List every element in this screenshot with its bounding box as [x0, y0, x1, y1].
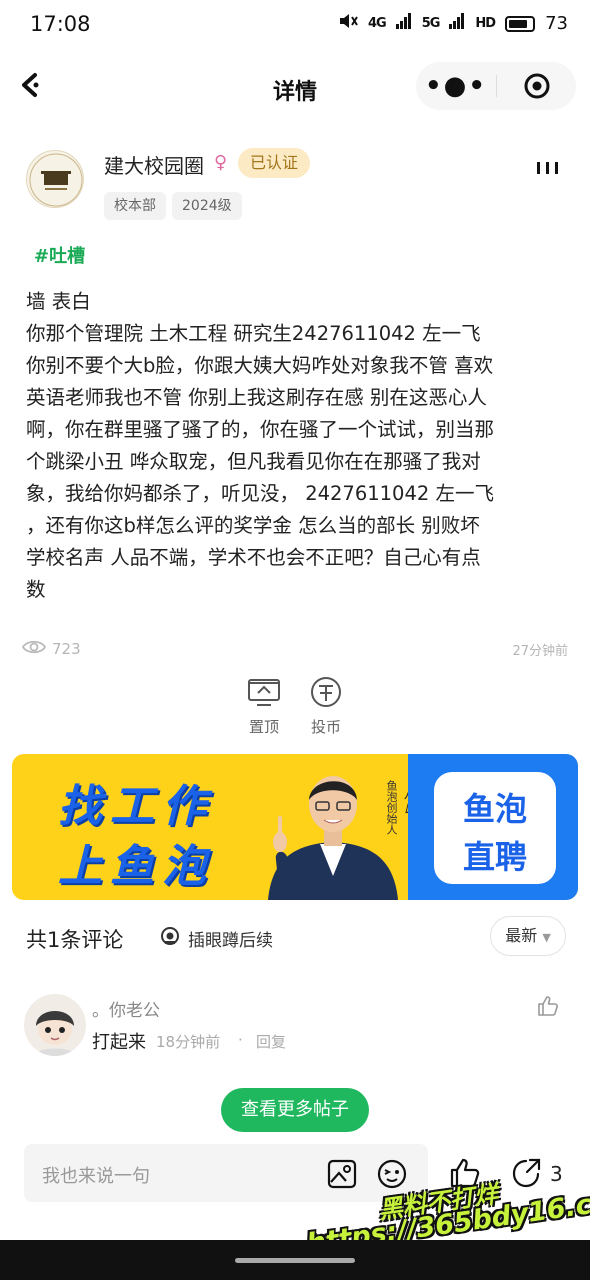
network-5g-label: 5G [421, 16, 441, 31]
network-4g-label: 4G [367, 16, 387, 31]
view-count-value: 723 [52, 640, 81, 658]
more-posts-button[interactable]: 查看更多帖子 [221, 1088, 369, 1132]
comment-like-icon[interactable] [536, 994, 560, 1018]
female-symbol-icon: ♀ [214, 152, 228, 173]
mute-icon [338, 12, 358, 35]
post-time: 27分钟前 [512, 644, 568, 659]
ad-headline-2: 上鱼泡 [58, 841, 214, 892]
author-name[interactable]: 建大校园圈 [104, 150, 204, 179]
home-indicator[interactable] [235, 1258, 355, 1263]
mini-program-capsule: •●• [416, 62, 576, 110]
post-meta: 723 27分钟前 [21, 638, 568, 662]
sort-button[interactable]: 最新 ▼ [490, 916, 566, 956]
more-dots-icon[interactable]: •●• [416, 71, 496, 101]
author-avatar[interactable] [26, 150, 84, 208]
post-header: 建大校园圈 ♀ 已认证 校本部 2024级 [0, 140, 590, 230]
watch-eye-icon [160, 926, 180, 951]
commenter-avatar[interactable] [24, 994, 86, 1056]
subscribe-button[interactable]: 插眼蹲后续 [160, 926, 273, 951]
author-tag-campus: 校本部 [104, 192, 166, 220]
post-line: 数 [26, 578, 46, 601]
coin-label: 投币 [310, 718, 341, 736]
post-line: 学校名声 人品不端，学术不也会不正吧？自己心有点 [26, 546, 481, 569]
comment-input-placeholder: 我也来说一句 [42, 1166, 150, 1187]
eye-icon [21, 638, 47, 660]
signal-icon [449, 13, 465, 34]
sort-label: 最新 [505, 926, 538, 945]
post-actions: 置顶 投币 [0, 676, 590, 742]
status-time: 17:08 [30, 12, 91, 36]
system-nav-bar [0, 1240, 590, 1280]
post-line: 英语老师我也不管 你别上我这刷存在感 别在这恶心人 [26, 386, 487, 409]
comment-text: 打起来 [92, 1032, 146, 1053]
ad-banner[interactable]: 找工作 上鱼泡 鱼泡创始人 周峰 鱼泡 直聘 [12, 754, 578, 900]
ad-headline-1: 找工作 [58, 781, 214, 832]
comments-header: 共1条评论 插眼蹲后续 最新 ▼ [0, 912, 590, 962]
coin-icon [308, 676, 344, 710]
nav-bar: 详情 •●• [0, 60, 590, 116]
ad-brand-card: 鱼泡 直聘 [434, 772, 556, 884]
chevron-down-icon: ▼ [542, 931, 551, 944]
post-line: 你那个管理院 土木工程 研究生2427611042 左一飞 [26, 322, 481, 345]
post-line: 墙 表白 [26, 290, 91, 313]
battery-level: 73 [545, 13, 568, 34]
commenter-name[interactable]: 。你老公 [92, 996, 160, 1021]
ad-brand-line-1: 鱼泡 [462, 790, 527, 828]
ad-brand-line-2: 直聘 [462, 838, 527, 876]
comment-separator: · [238, 1031, 243, 1049]
ad-brand-panel: 鱼泡 直聘 [408, 754, 578, 900]
author-tag-grade: 2024级 [172, 192, 242, 220]
hd-label: HD [475, 16, 496, 31]
verified-badge: 已认证 [238, 148, 311, 178]
pin-top-button[interactable]: 置顶 [234, 676, 294, 737]
post-line: ，还有你这b样怎么评的奖学金 怎么当的部长 别败坏 [26, 514, 480, 537]
status-icons: 4G 5G HD 73 [338, 12, 568, 35]
subscribe-label: 插眼蹲后续 [188, 931, 273, 951]
comment-time: 18分钟前 [156, 1033, 221, 1051]
image-upload-icon[interactable] [326, 1158, 358, 1190]
post-line: 你别不要个大b脸，你跟大姨大妈咋处对象我不管 喜欢 [26, 354, 494, 377]
view-count: 723 [21, 638, 81, 660]
post-line: 个跳梁小丑 哗众取宠，但凡我看见你在在那骚了我对 [26, 450, 481, 473]
signal-icon [395, 13, 412, 34]
coin-button[interactable]: 投币 [296, 676, 356, 737]
reply-button[interactable]: 回复 [256, 1031, 286, 1052]
ad-founder-title: 鱼泡创始人 [385, 780, 398, 835]
post-menu-icon[interactable] [536, 154, 560, 182]
post-line: 啊，你在群里骚了骚了的，你在骚了一个试试，别当那 [26, 418, 495, 441]
post-line: 象，我给你妈都杀了，听见没， 2427611042 左一飞 [26, 482, 494, 505]
post-body: 墙 表白 你那个管理院 土木工程 研究生2427611042 左一飞 你别不要个… [26, 286, 566, 606]
battery-icon [505, 15, 536, 32]
comment-item: 。你老公 打起来 18分钟前 · 回复 [0, 990, 590, 1060]
status-bar: 17:08 4G 5G HD 73 [0, 0, 590, 52]
comments-count: 共1条评论 [26, 928, 124, 952]
pin-top-icon [246, 676, 282, 710]
target-close-icon[interactable] [497, 72, 576, 100]
pin-top-label: 置顶 [248, 718, 279, 736]
topic-tag[interactable]: #吐槽 [34, 242, 85, 268]
